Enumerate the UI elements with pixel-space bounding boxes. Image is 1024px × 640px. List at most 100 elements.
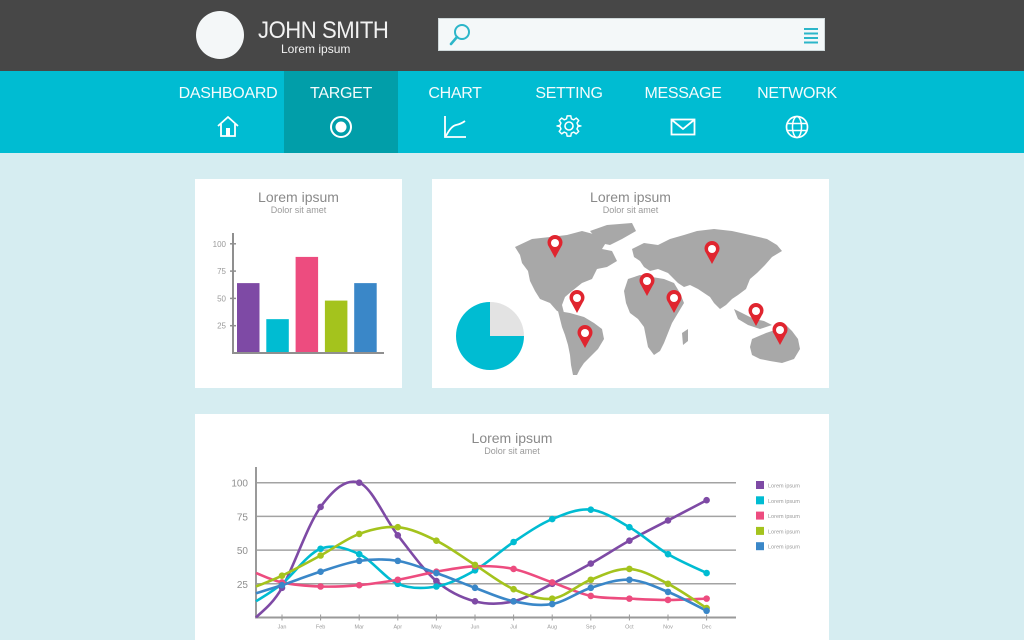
pie-slice xyxy=(490,302,524,336)
data-point xyxy=(626,565,633,573)
data-point xyxy=(587,506,595,513)
bar xyxy=(237,283,260,352)
search-input[interactable] xyxy=(479,23,799,47)
data-point xyxy=(626,523,633,531)
data-point xyxy=(317,583,324,590)
data-point xyxy=(317,503,324,511)
x-tick-label: Dec xyxy=(702,625,712,631)
nav-item-message[interactable]: MESSAGE xyxy=(626,71,740,153)
data-point xyxy=(664,550,672,558)
x-tick-label: Sep xyxy=(586,625,596,631)
legend-swatch xyxy=(756,526,764,535)
data-point xyxy=(587,592,595,600)
data-point xyxy=(394,523,402,531)
y-tick-label: 100 xyxy=(231,479,248,490)
x-tick-label: Jul xyxy=(510,625,517,631)
legend-swatch xyxy=(756,511,764,520)
data-point xyxy=(394,576,402,584)
data-point xyxy=(510,598,517,605)
data-point xyxy=(510,565,517,573)
data-point xyxy=(587,576,595,584)
world-map xyxy=(456,223,800,375)
nav-item-target[interactable]: TARGET xyxy=(284,71,398,153)
data-point xyxy=(317,568,324,575)
map-pin-icon[interactable] xyxy=(569,290,585,313)
data-point xyxy=(433,537,440,544)
data-point xyxy=(587,584,595,592)
data-point xyxy=(394,531,402,539)
bar xyxy=(324,300,348,352)
data-point xyxy=(703,595,710,602)
nav-label: CHART xyxy=(428,85,482,102)
data-point xyxy=(664,517,672,524)
x-tick-label: Aug xyxy=(547,625,557,631)
nav-item-chart[interactable]: CHART xyxy=(398,71,512,153)
data-point xyxy=(355,581,363,589)
search-icon[interactable] xyxy=(448,23,472,47)
legend-item: Lorem ipsum xyxy=(756,542,800,551)
y-tick-label: 75 xyxy=(237,512,249,523)
x-tick-label: May xyxy=(431,625,442,631)
nav-item-dashboard[interactable]: DASHBOARD xyxy=(171,71,285,153)
x-tick-label: Apr xyxy=(394,625,403,631)
data-point xyxy=(394,557,402,565)
data-point xyxy=(433,583,440,590)
data-point xyxy=(548,579,556,586)
x-tick-label: Nov xyxy=(663,625,673,631)
x-tick-label: Jan xyxy=(278,625,287,631)
legend-item: Lorem ipsum xyxy=(756,526,800,535)
x-tick-label: Oct xyxy=(625,625,634,631)
data-point xyxy=(317,552,324,559)
nav-label: TARGET xyxy=(310,85,372,102)
data-point xyxy=(703,607,710,615)
data-point xyxy=(664,588,672,596)
nav-label: NETWORK xyxy=(757,85,837,102)
legend-swatch xyxy=(756,481,764,489)
y-tick-label: 100 xyxy=(213,240,227,249)
bar xyxy=(295,256,319,352)
legend-label: Lorem ipsum xyxy=(768,529,800,535)
envelope-icon xyxy=(670,118,696,136)
data-point xyxy=(626,595,633,602)
y-tick-label: 25 xyxy=(217,322,226,331)
data-point xyxy=(355,557,363,565)
line-chart-card: Lorem ipsum Dolor sit amet 25 50 75 100 Jan F… xyxy=(195,414,829,640)
main-nav: DASHBOARD TARGET CHART SETTING MESSAGE N… xyxy=(0,71,1024,153)
series-line xyxy=(255,525,708,610)
bar xyxy=(354,283,377,352)
data-point xyxy=(278,572,286,580)
data-point xyxy=(278,581,286,589)
search-bar[interactable] xyxy=(438,18,825,51)
island-madagascar xyxy=(682,329,688,345)
data-point xyxy=(510,585,517,593)
top-bar: JOHN SMITH Lorem ipsum xyxy=(0,0,1024,71)
y-tick-label: 25 xyxy=(237,580,249,591)
continent-south-america xyxy=(558,311,604,375)
nav-item-setting[interactable]: SETTING xyxy=(512,71,626,153)
data-point xyxy=(626,576,633,584)
data-point xyxy=(548,600,556,608)
x-tick-label: Mar xyxy=(354,625,364,631)
x-tick-label: Jun xyxy=(471,625,480,631)
data-point xyxy=(626,537,633,544)
bar xyxy=(266,319,289,352)
data-point xyxy=(510,538,517,546)
data-point xyxy=(471,598,479,605)
user-name: JOHN SMITH xyxy=(258,17,389,44)
legend-label: Lorem ipsum xyxy=(768,545,800,551)
avatar[interactable] xyxy=(196,11,244,59)
data-point xyxy=(587,560,595,567)
legend-swatch xyxy=(756,542,764,551)
data-point xyxy=(548,515,556,523)
user-subtitle: Lorem ipsum xyxy=(281,42,351,56)
nav-label: MESSAGE xyxy=(644,85,722,102)
legend-label: Lorem ipsum xyxy=(768,499,800,505)
gear-icon xyxy=(556,115,582,137)
nav-item-network[interactable]: NETWORK xyxy=(740,71,854,153)
data-point xyxy=(433,569,440,577)
globe-icon xyxy=(785,115,809,139)
x-tick-label: Feb xyxy=(316,625,325,631)
bar-chart: 25 50 75 100 xyxy=(213,233,384,354)
legend-item: Lorem ipsum xyxy=(756,481,800,490)
hamburger-menu-icon[interactable] xyxy=(804,27,818,44)
